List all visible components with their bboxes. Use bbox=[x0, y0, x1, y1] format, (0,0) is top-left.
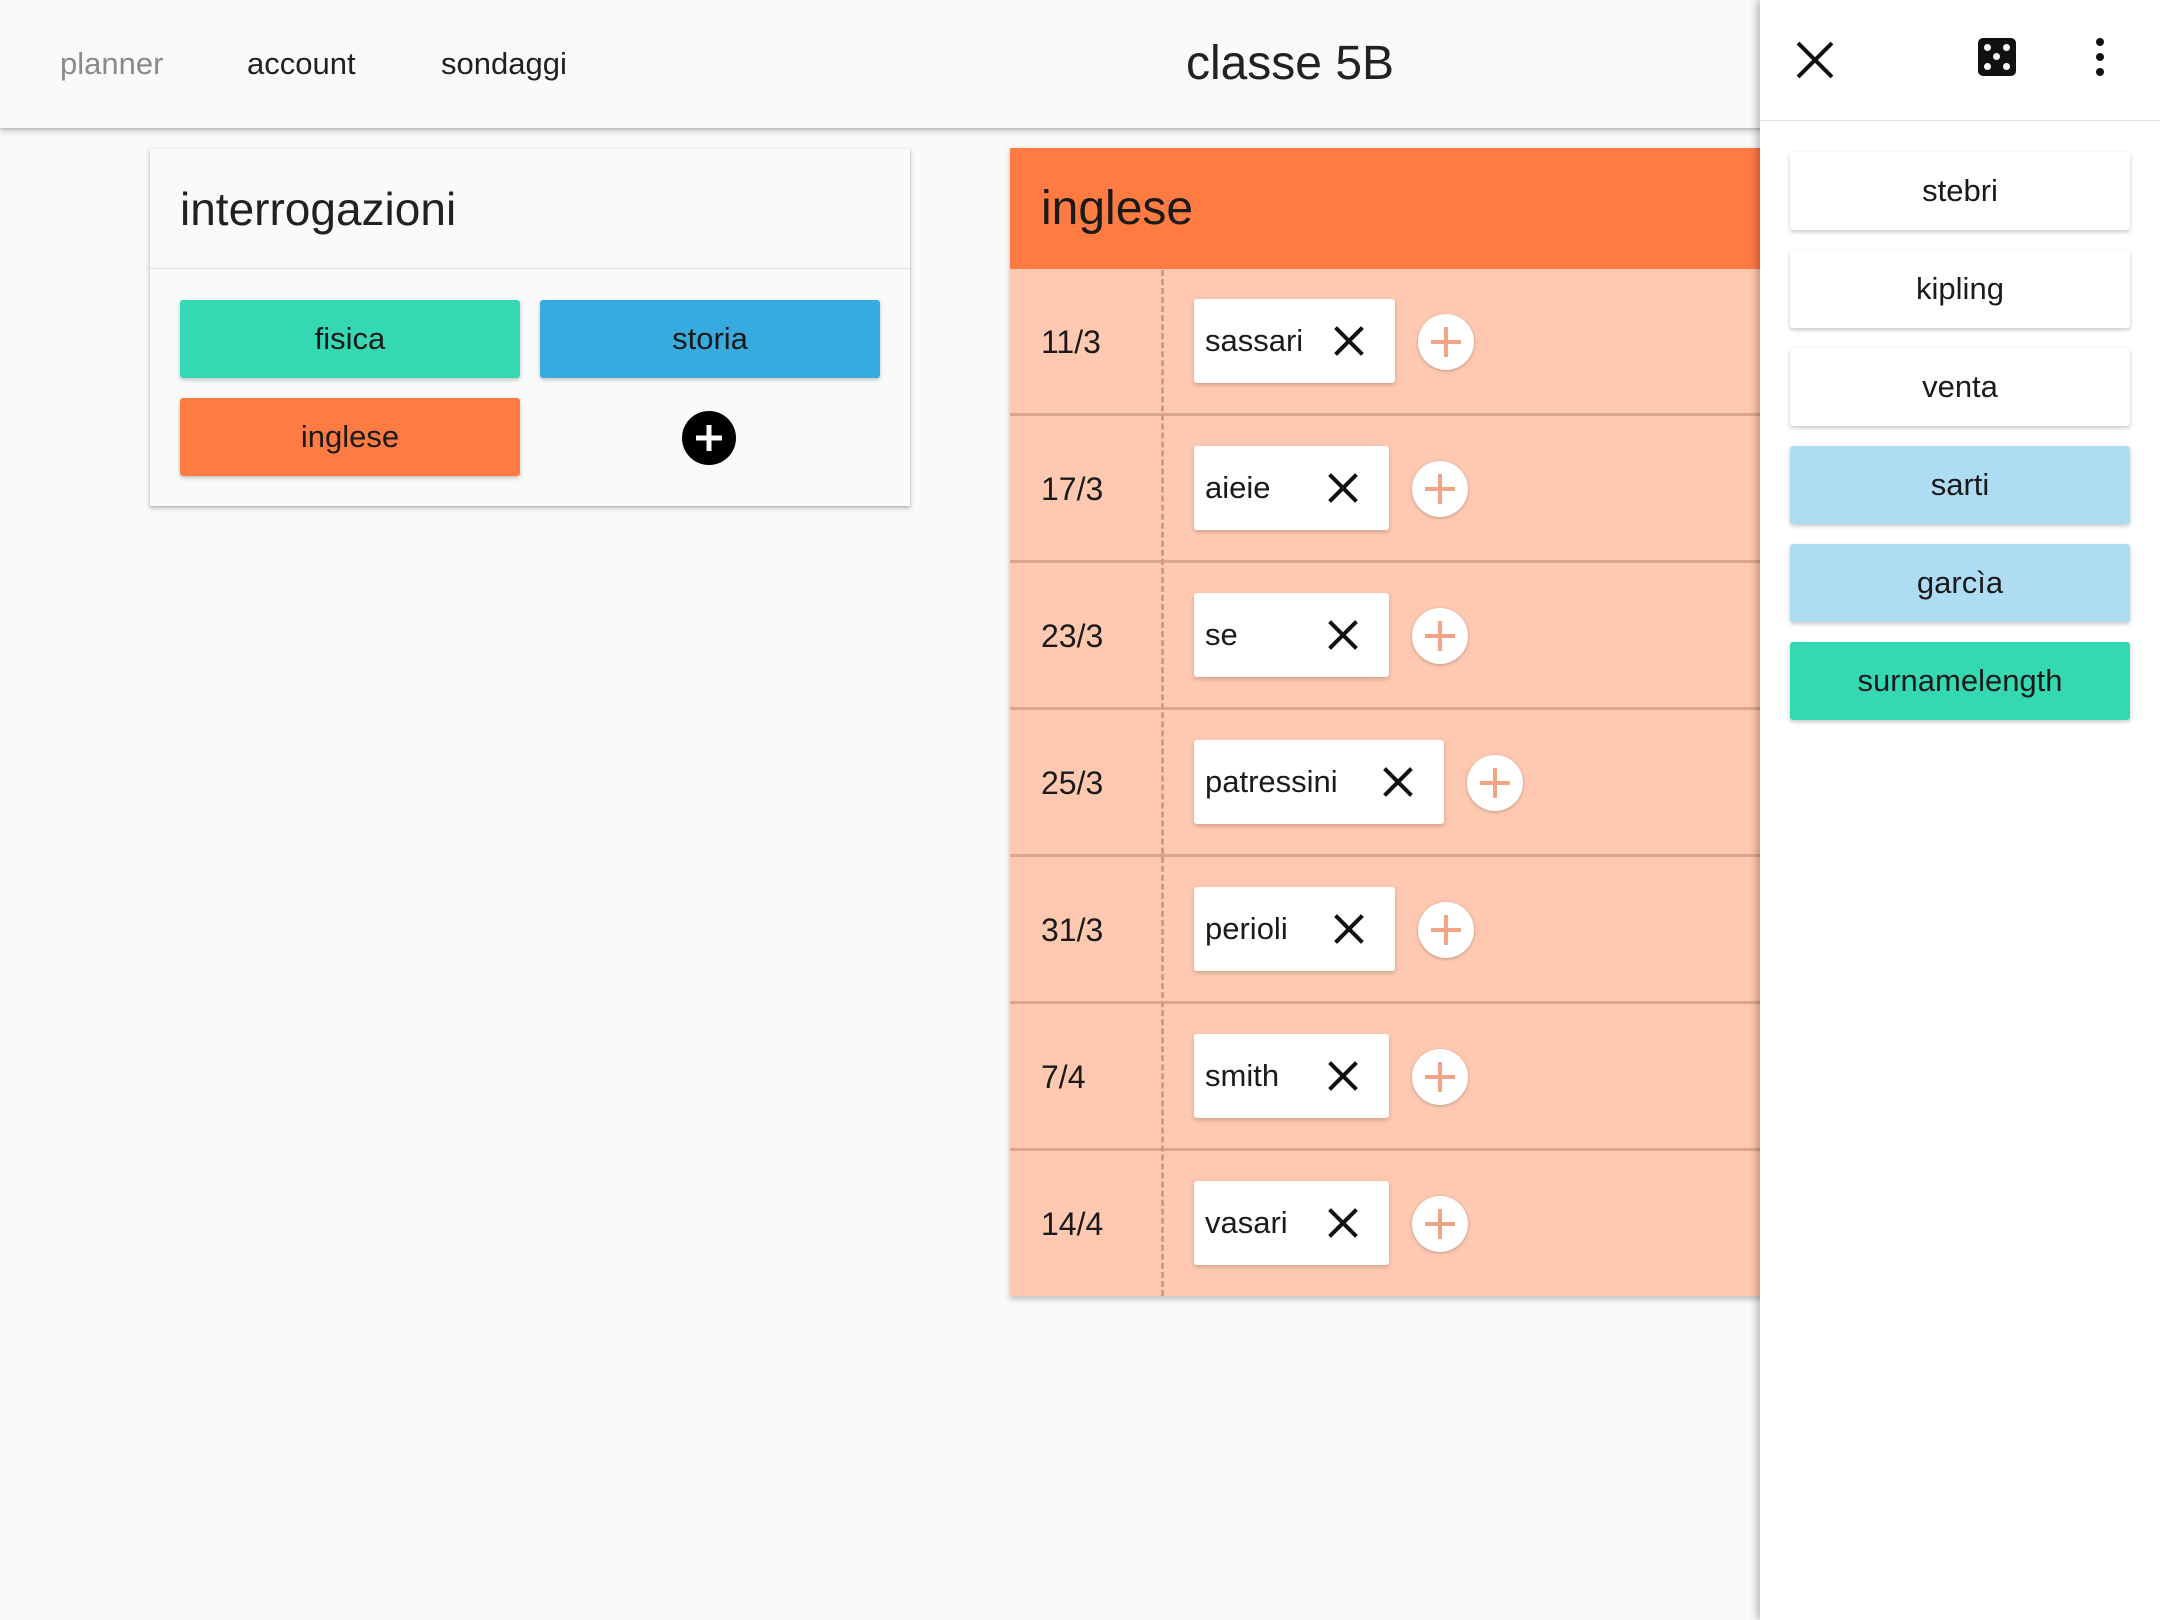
student-chip[interactable]: se bbox=[1194, 593, 1389, 677]
add-student-icon[interactable] bbox=[1412, 608, 1468, 664]
row-date: 17/3 bbox=[1041, 471, 1104, 507]
student-chip[interactable]: patressini bbox=[1194, 740, 1444, 824]
subject-button-storia[interactable]: storia bbox=[540, 300, 880, 378]
remove-student-icon[interactable] bbox=[1327, 1060, 1359, 1092]
add-student-icon[interactable] bbox=[1412, 1049, 1468, 1105]
schedule-row: 7/4 smith bbox=[1010, 1004, 1770, 1151]
row-date: 31/3 bbox=[1041, 912, 1104, 948]
student-button[interactable]: sarti bbox=[1790, 446, 2130, 524]
row-date: 11/3 bbox=[1041, 324, 1101, 360]
add-student-icon[interactable] bbox=[1467, 755, 1523, 811]
add-student-icon[interactable] bbox=[1412, 461, 1468, 517]
subject-button-inglese[interactable]: inglese bbox=[180, 398, 520, 476]
add-student-icon[interactable] bbox=[1418, 902, 1474, 958]
schedule-row: 25/3 patressini bbox=[1010, 710, 1770, 857]
student-chip[interactable]: aieie bbox=[1194, 446, 1389, 530]
student-button[interactable]: stebri bbox=[1790, 152, 2130, 230]
student-chip-label: vasari bbox=[1205, 1205, 1288, 1240]
nav-link-planner[interactable]: planner bbox=[60, 0, 163, 128]
add-student-icon[interactable] bbox=[1412, 1196, 1468, 1252]
drawer-toolbar bbox=[1760, 0, 2160, 121]
student-chip[interactable]: vasari bbox=[1194, 1181, 1389, 1265]
dice-icon[interactable] bbox=[1978, 38, 2016, 76]
subject-schedule-panel: inglese 11/3 sassari 17/3 aieie 23/3 se 25/3 pa… bbox=[1010, 148, 1770, 1296]
student-chip-label: se bbox=[1205, 617, 1238, 652]
schedule-row: 14/4 vasari bbox=[1010, 1151, 1770, 1298]
schedule-row: 31/3 perioli bbox=[1010, 857, 1770, 1004]
more-vert-icon[interactable] bbox=[2085, 36, 2115, 78]
student-chip-label: perioli bbox=[1205, 911, 1288, 946]
schedule-row: 11/3 sassari bbox=[1010, 269, 1770, 416]
schedule-row: 17/3 aieie bbox=[1010, 416, 1770, 563]
student-drawer: stebri kipling venta sarti garcìa surnameleng… bbox=[1760, 0, 2160, 1620]
row-date: 14/4 bbox=[1041, 1206, 1104, 1242]
student-button[interactable]: venta bbox=[1790, 348, 2130, 426]
student-chip[interactable]: perioli bbox=[1194, 887, 1395, 971]
close-icon[interactable] bbox=[1795, 40, 1835, 80]
page-title: classe 5B bbox=[1185, 37, 1395, 90]
card-title: interrogazioni bbox=[150, 149, 910, 269]
remove-student-icon[interactable] bbox=[1327, 472, 1359, 504]
row-date: 25/3 bbox=[1041, 765, 1104, 801]
student-chip-label: sassari bbox=[1205, 323, 1304, 358]
student-button[interactable]: garcìa bbox=[1790, 544, 2130, 622]
student-chip-label: aieie bbox=[1205, 470, 1271, 505]
date-divider bbox=[1161, 270, 1164, 1296]
nav-link-account[interactable]: account bbox=[247, 0, 356, 128]
student-chip[interactable]: sassari bbox=[1194, 299, 1395, 383]
remove-student-icon[interactable] bbox=[1382, 766, 1414, 798]
student-button[interactable]: surnamelength bbox=[1790, 642, 2130, 720]
remove-student-icon[interactable] bbox=[1327, 1207, 1359, 1239]
student-button[interactable]: kipling bbox=[1790, 250, 2130, 328]
nav-link-sondaggi[interactable]: sondaggi bbox=[441, 0, 567, 128]
row-date: 23/3 bbox=[1041, 618, 1104, 654]
add-subject-icon[interactable] bbox=[682, 411, 736, 465]
row-date: 7/4 bbox=[1041, 1059, 1086, 1095]
student-chip[interactable]: smith bbox=[1194, 1034, 1389, 1118]
panel-title: inglese bbox=[1010, 148, 1770, 269]
student-chip-label: smith bbox=[1205, 1058, 1280, 1093]
subject-button-fisica[interactable]: fisica bbox=[180, 300, 520, 378]
interrogazioni-card: interrogazioni fisica storia inglese bbox=[150, 149, 910, 506]
remove-student-icon[interactable] bbox=[1333, 913, 1365, 945]
student-chip-label: patressini bbox=[1205, 764, 1338, 799]
add-student-icon[interactable] bbox=[1418, 314, 1474, 370]
remove-student-icon[interactable] bbox=[1333, 325, 1365, 357]
schedule-row: 23/3 se bbox=[1010, 563, 1770, 710]
remove-student-icon[interactable] bbox=[1327, 619, 1359, 651]
